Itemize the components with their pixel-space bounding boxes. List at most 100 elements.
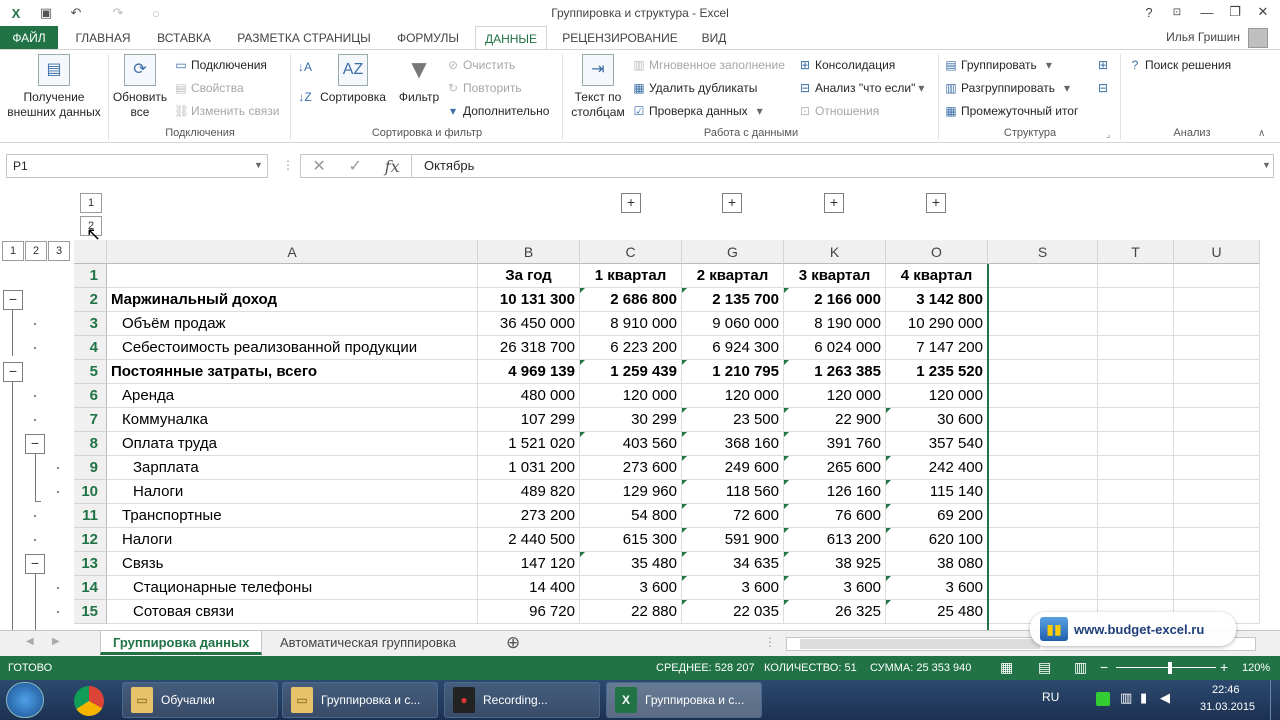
cell-value[interactable]: 2 квартал [682, 264, 784, 288]
clock-date[interactable]: 31.03.2015 [1200, 701, 1255, 713]
prev-sheet-icon[interactable]: ◀ [26, 636, 34, 647]
text-to-columns-button[interactable]: ⇥ Текст по столбцам [566, 54, 630, 120]
tray-app-icon[interactable] [1096, 692, 1110, 706]
next-sheet-icon[interactable]: ▶ [52, 636, 60, 647]
cell-empty[interactable] [1098, 576, 1174, 600]
row-header[interactable]: 1 [74, 264, 107, 288]
cell-value[interactable]: 273 600 [580, 456, 682, 480]
cell-value[interactable]: 615 300 [580, 528, 682, 552]
cell-value[interactable]: 54 800 [580, 504, 682, 528]
cell-empty[interactable] [1174, 288, 1260, 312]
row-header[interactable]: 10 [74, 480, 107, 504]
reapply-button[interactable]: ↻ Повторить [446, 81, 522, 95]
cell-value[interactable]: 3 600 [886, 576, 988, 600]
cell-value[interactable]: 1 квартал [580, 264, 682, 288]
cell-empty[interactable] [1174, 528, 1260, 552]
expand-col-group-q3[interactable]: + [824, 193, 844, 213]
consolidate-button[interactable]: ⊞ Консолидация [798, 58, 895, 72]
cell-empty[interactable] [1174, 336, 1260, 360]
cell-empty[interactable] [988, 336, 1098, 360]
cell-value[interactable]: 14 400 [478, 576, 580, 600]
cell-value[interactable]: 120 000 [886, 384, 988, 408]
cell-value[interactable]: 115 140 [886, 480, 988, 504]
cell-value[interactable]: 10 131 300 [478, 288, 580, 312]
cell-value[interactable]: 3 квартал [784, 264, 886, 288]
cell-value[interactable]: 249 600 [682, 456, 784, 480]
cell-empty[interactable] [1174, 312, 1260, 336]
cell-empty[interactable] [1174, 360, 1260, 384]
column-header-B[interactable]: B [478, 240, 580, 264]
cell-value[interactable]: 613 200 [784, 528, 886, 552]
properties-button[interactable]: ▤ Свойства [174, 81, 243, 95]
cell-empty[interactable] [1098, 336, 1174, 360]
subtotal-button[interactable]: ▦ Промежуточный итог [944, 104, 1078, 118]
cell-value[interactable]: 2 135 700 [682, 288, 784, 312]
col-outline-level-1[interactable]: 1 [80, 193, 102, 213]
tab-formulas[interactable]: ФОРМУЛЫ [386, 26, 470, 50]
taskbar-item-obuchalki[interactable]: ▭ Обучалки [122, 682, 278, 718]
filter-button[interactable]: ▼ Фильтр [394, 54, 444, 105]
cell-empty[interactable] [1098, 312, 1174, 336]
cell-empty[interactable] [1098, 360, 1174, 384]
cell-empty[interactable] [988, 312, 1098, 336]
relationships-button[interactable]: ⊡ Отношения [798, 104, 879, 118]
cell-value[interactable]: 6 223 200 [580, 336, 682, 360]
connections-button[interactable]: ▭ Подключения [174, 58, 267, 72]
spreadsheet-grid[interactable]: A B C G K O S T U 1 За год 1 квартал 2 квар… [74, 240, 1260, 630]
edit-links-button[interactable]: ⛓ Изменить связи [174, 104, 279, 118]
cell-a-label[interactable]: Оплата труда [107, 432, 478, 456]
cell-value[interactable]: 129 960 [580, 480, 682, 504]
cell-a-label[interactable]: Связь [107, 552, 478, 576]
tab-page-layout[interactable]: РАЗМЕТКА СТРАНИЦЫ [226, 26, 382, 50]
volume-icon[interactable]: ◀ [1160, 690, 1170, 706]
tab-file[interactable]: ФАЙЛ [0, 26, 58, 50]
language-indicator[interactable]: RU [1042, 690, 1059, 704]
cell-value[interactable]: 7 147 200 [886, 336, 988, 360]
network-icon[interactable]: ▥ [1120, 690, 1132, 706]
cell-a-label[interactable]: Налоги [107, 480, 478, 504]
cell-a-label[interactable]: Аренда [107, 384, 478, 408]
row-header[interactable]: 15 [74, 600, 107, 624]
normal-view-icon[interactable]: ▦ [1000, 659, 1013, 676]
cell-empty[interactable] [988, 528, 1098, 552]
page-layout-icon[interactable]: ▤ [1038, 659, 1051, 676]
cell-value[interactable]: 30 299 [580, 408, 682, 432]
cell-empty[interactable] [1098, 552, 1174, 576]
taskbar-item-excel[interactable]: X Группировка и с... [606, 682, 762, 718]
row-header[interactable]: 14 [74, 576, 107, 600]
cell-value[interactable]: 69 200 [886, 504, 988, 528]
cell-value[interactable]: 3 142 800 [886, 288, 988, 312]
flash-fill-button[interactable]: ▥ Мгновенное заполнение [632, 58, 785, 72]
cell-value[interactable]: 2 440 500 [478, 528, 580, 552]
get-external-data-button[interactable]: ▤ Получение внешних данных [2, 54, 106, 120]
cell-value[interactable]: 6 024 000 [784, 336, 886, 360]
cell-a-label[interactable] [107, 264, 478, 288]
taskbar-item-folder-grouping[interactable]: ▭ Группировка и с... [282, 682, 438, 718]
row-header[interactable]: 9 [74, 456, 107, 480]
cell-empty[interactable] [988, 576, 1098, 600]
data-validation-button[interactable]: ☑ Проверка данных ▾ [632, 104, 763, 118]
cell-value[interactable]: 1 259 439 [580, 360, 682, 384]
collapse-row-group-2[interactable]: − [3, 290, 23, 310]
name-box[interactable]: P1 [6, 154, 268, 178]
scrollbar-thumb[interactable] [800, 639, 1040, 649]
cell-empty[interactable] [1098, 384, 1174, 408]
cell-value[interactable]: 23 500 [682, 408, 784, 432]
cell-value[interactable]: 2 686 800 [580, 288, 682, 312]
cell-a-label[interactable]: Зарплата [107, 456, 478, 480]
user-name[interactable]: Илья Гришин [1166, 30, 1240, 44]
row-header[interactable]: 8 [74, 432, 107, 456]
cell-empty[interactable] [1098, 408, 1174, 432]
cell-empty[interactable] [1098, 480, 1174, 504]
zoom-slider-thumb[interactable] [1168, 662, 1172, 674]
collapse-row-group-8[interactable]: − [25, 434, 45, 454]
cell-value[interactable]: 147 120 [478, 552, 580, 576]
cell-empty[interactable] [988, 456, 1098, 480]
row-outline-level-1[interactable]: 1 [2, 241, 24, 261]
cell-empty[interactable] [1174, 264, 1260, 288]
cell-value[interactable]: 4 969 139 [478, 360, 580, 384]
sheet-tab-grouping[interactable]: Группировка данных [100, 631, 263, 655]
cell-a-label[interactable]: Транспортные [107, 504, 478, 528]
tab-view[interactable]: ВИД [692, 26, 736, 50]
cell-value[interactable]: 242 400 [886, 456, 988, 480]
